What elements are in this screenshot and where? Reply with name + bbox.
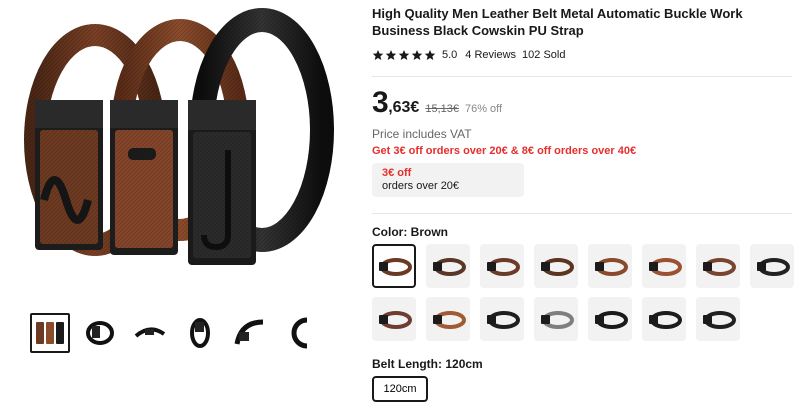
discount-percent: 76% off [464,103,503,115]
belt-swatch-image [433,311,466,329]
rating-stars [372,49,436,61]
coupon-card[interactable]: 3€ off orders over 20€ [372,163,524,197]
belt-swatch-image [703,258,736,276]
color-selected-value: Brown [410,225,449,239]
belt-swatch-image [757,258,790,276]
belt-swatch-image [595,311,628,329]
length-label-key: Belt Length: [372,357,442,371]
price-row: 3 ,63€ 15,13€ 76% off [372,86,502,120]
star-icon [398,50,410,60]
color-swatch[interactable] [372,297,416,341]
gallery-thumbnail[interactable] [30,313,70,353]
vat-note: Price includes VAT [372,127,472,141]
gallery-thumbnail[interactable] [280,313,320,353]
coupon-amount: 3€ off [382,167,412,179]
color-swatch[interactable] [426,244,470,288]
gallery-thumbnail[interactable] [130,313,170,353]
divider [372,76,792,77]
color-label: Color: Brown [372,225,448,239]
product-title: High Quality Men Leather Belt Metal Auto… [372,6,743,38]
belt-swatch-image [433,258,466,276]
reviews-link[interactable]: 4 Reviews [465,49,516,61]
black-belt-coiled-image [86,321,114,345]
black-belt-flat-image [134,327,166,338]
divider [372,213,792,214]
color-swatch[interactable] [480,297,524,341]
gallery-thumbnail[interactable] [180,313,220,353]
price-integer: 3 [372,86,389,119]
color-swatch[interactable] [642,297,686,341]
color-label-key: Color: [372,225,408,239]
coupon-condition: orders over 20€ [382,180,460,192]
sold-count: 102 Sold [522,49,566,61]
belt-swatch-image [649,311,682,329]
color-swatch[interactable] [534,297,578,341]
color-swatch[interactable] [588,244,632,288]
original-price: 15,13€ [425,103,459,115]
black-belt-curve-image [234,319,264,345]
belt-swatch-image [541,311,574,329]
star-icon [372,50,384,60]
belt-swatch-image [379,311,412,329]
promo-text: Get 3€ off orders over 20€ & 8€ off orde… [372,145,637,157]
black-belt-roll-image [190,318,210,348]
belt-swatch-image [595,258,628,276]
gallery-thumbnail[interactable] [80,313,120,353]
color-swatch[interactable] [588,297,632,341]
belt-swatch-image [487,258,520,276]
color-swatch[interactable] [480,244,524,288]
belt-swatch-image [703,311,736,329]
main-product-image[interactable] [0,0,355,295]
color-swatch[interactable] [750,244,794,288]
color-swatch[interactable] [426,297,470,341]
belts-photo [24,8,334,265]
rating-row: 5.0 4 Reviews 102 Sold [372,49,565,61]
price-decimal: ,63€ [388,99,420,116]
rating-score: 5.0 [442,49,458,61]
color-swatch[interactable] [696,297,740,341]
belt-swatch-image [649,258,682,276]
color-swatch-grid [372,244,794,341]
thumbnail-strip [30,313,320,353]
color-swatch[interactable] [534,244,578,288]
belt-swatch-image [487,311,520,329]
color-swatch[interactable] [696,244,740,288]
color-swatch[interactable] [642,244,686,288]
belt-swatch-image [379,258,412,276]
star-icon [424,50,436,60]
color-swatch[interactable] [372,244,416,288]
length-selected-value: 120cm [445,357,483,371]
star-icon [385,50,397,60]
black-belt-loop-image [291,317,308,349]
belt-swatch-image [541,258,574,276]
three-belts-image [36,322,64,344]
length-label: Belt Length: 120cm [372,357,483,371]
star-icon [411,50,423,60]
gallery-thumbnail[interactable] [230,313,270,353]
length-option-120cm[interactable]: 120cm [372,376,428,402]
